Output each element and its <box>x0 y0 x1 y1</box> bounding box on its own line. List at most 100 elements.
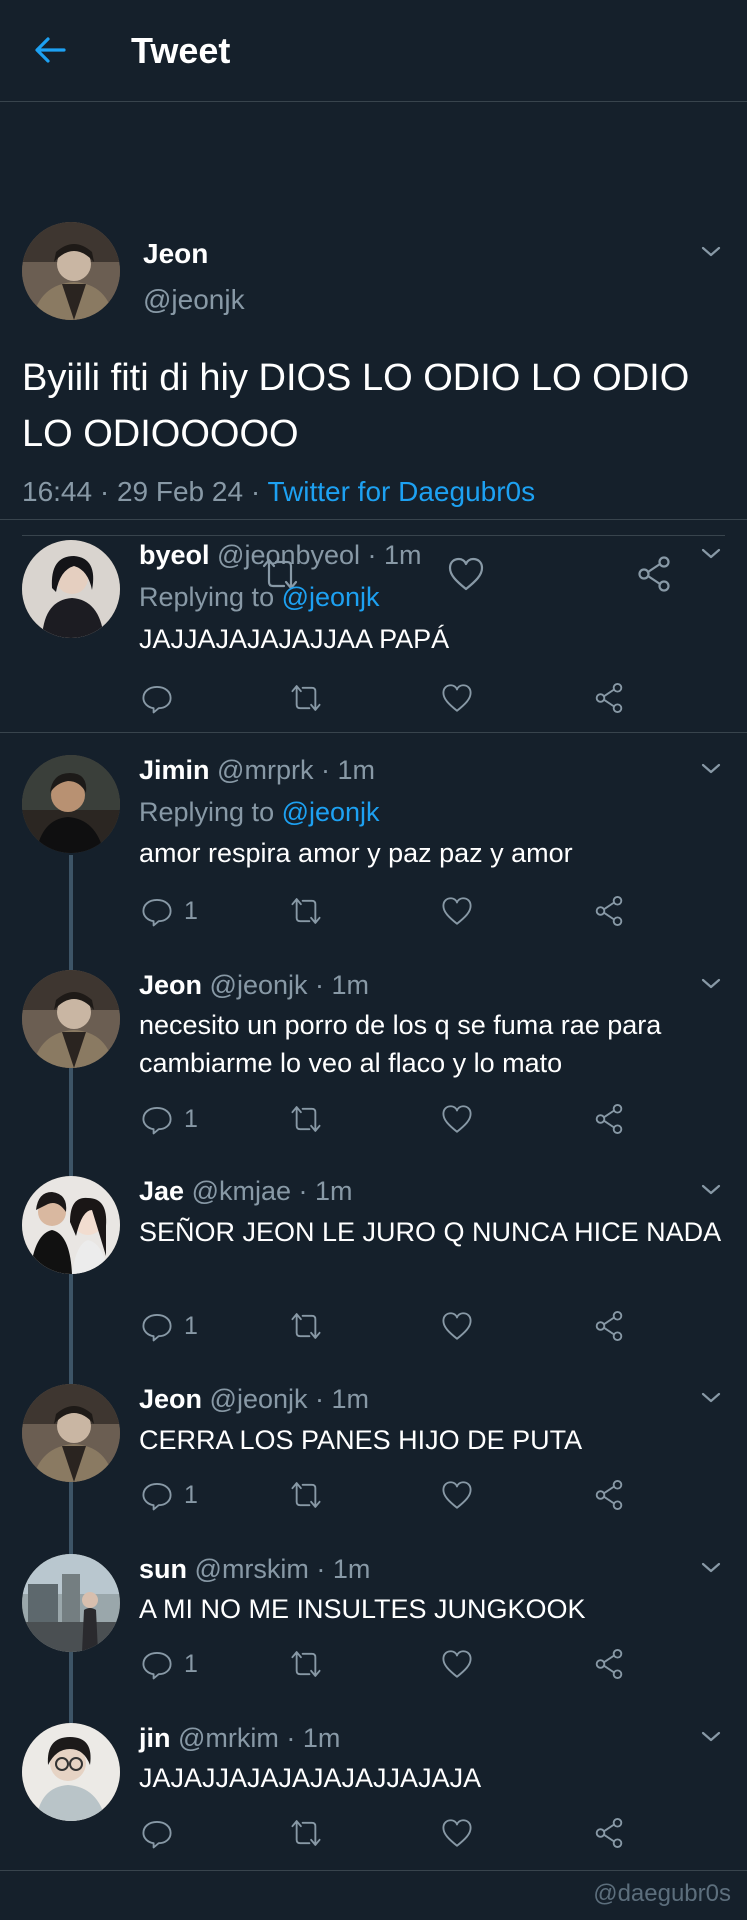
reply-header: byeol @jeonbyeol · 1m <box>139 540 422 571</box>
author-handle[interactable]: @jeonjk · 1m <box>210 1384 369 1414</box>
retweet-icon[interactable] <box>289 1647 323 1681</box>
divider <box>22 535 725 536</box>
reply-text: JAJAJJAJAJAJAJAJJAJAJA <box>139 1763 482 1793</box>
reply-count: 1 <box>184 897 198 925</box>
reply-icon[interactable] <box>140 1647 174 1681</box>
share-icon[interactable] <box>592 681 626 715</box>
reply-icon[interactable] <box>140 1309 174 1343</box>
share-icon[interactable] <box>592 1309 626 1343</box>
retweet-icon[interactable] <box>289 894 323 928</box>
reply-header: Jeon @jeonjk · 1m <box>139 970 369 1001</box>
reply-header: sun @mrskim · 1m <box>139 1554 370 1585</box>
share-icon[interactable] <box>592 894 626 928</box>
avatar[interactable] <box>22 755 120 853</box>
author-handle[interactable]: @jeonjk <box>143 284 245 316</box>
chevron-down-icon[interactable] <box>697 544 725 564</box>
divider <box>0 1870 747 1871</box>
reply-icon[interactable] <box>140 1478 174 1512</box>
author-name[interactable]: Jeon <box>143 238 208 270</box>
like-icon[interactable] <box>440 1309 474 1343</box>
avatar[interactable] <box>22 1723 120 1821</box>
avatar[interactable] <box>22 222 120 320</box>
author-name[interactable]: byeol <box>139 540 210 570</box>
author-handle[interactable]: @mrkim · 1m <box>178 1723 340 1753</box>
avatar[interactable] <box>22 970 120 1068</box>
retweet-icon[interactable] <box>289 681 323 715</box>
reply-header: Jimin @mrprk · 1m <box>139 755 375 786</box>
tweet-meta: 16:44 · 29 Feb 24 · Twitter for Daegubr0… <box>22 476 535 508</box>
chevron-down-icon[interactable] <box>697 1388 725 1408</box>
chevron-down-icon[interactable] <box>697 1558 725 1578</box>
reply-header: Jae @kmjae · 1m <box>139 1176 353 1207</box>
author-name[interactable]: jin <box>139 1723 171 1753</box>
replying-to-handle[interactable]: @jeonjk <box>282 582 380 612</box>
reply-actions: 1 <box>0 1478 747 1514</box>
share-icon[interactable] <box>592 1647 626 1681</box>
tweet-text: Byiili fiti di hiy DIOS LO ODIO LO ODIO … <box>22 357 690 455</box>
like-icon[interactable] <box>446 554 486 594</box>
share-icon[interactable] <box>592 1816 626 1850</box>
reply-icon[interactable] <box>140 894 174 928</box>
share-icon[interactable] <box>634 554 674 594</box>
like-icon[interactable] <box>440 1647 474 1681</box>
reply-header: Jeon @jeonjk · 1m <box>139 1384 369 1415</box>
main-tweet: Jeon @jeonjk Byiili fiti di hiy DIOS LO … <box>0 102 747 593</box>
author-name[interactable]: sun <box>139 1554 187 1584</box>
reply-icon[interactable] <box>140 681 174 715</box>
retweet-icon[interactable] <box>289 1309 323 1343</box>
chevron-down-icon[interactable] <box>697 242 725 262</box>
author-handle[interactable]: @jeonjk · 1m <box>210 970 369 1000</box>
retweet-icon[interactable] <box>289 1816 323 1850</box>
replying-to-label: Replying to <box>139 797 282 827</box>
replying-to: Replying to @jeonjk <box>139 582 380 613</box>
divider <box>0 732 747 733</box>
avatar[interactable] <box>22 1384 120 1482</box>
share-icon[interactable] <box>592 1102 626 1136</box>
chevron-down-icon[interactable] <box>697 1180 725 1200</box>
author-handle[interactable]: @mrskim · 1m <box>195 1554 371 1584</box>
author-name[interactable]: Jae <box>139 1176 184 1206</box>
author-handle[interactable]: @jeonbyeol · 1m <box>217 540 422 570</box>
reply-text: JAJJAJAJAJAJJAA PAPÁ <box>139 624 450 654</box>
replying-to-handle[interactable]: @jeonjk <box>282 797 380 827</box>
avatar[interactable] <box>22 1176 120 1274</box>
like-icon[interactable] <box>440 894 474 928</box>
reply-count: 1 <box>184 1312 198 1340</box>
page-title: Tweet <box>131 30 231 71</box>
author-handle[interactable]: @mrprk · 1m <box>217 755 375 785</box>
like-icon[interactable] <box>440 681 474 715</box>
replying-to: Replying to @jeonjk <box>139 797 380 828</box>
reply-header: jin @mrkim · 1m <box>139 1723 340 1754</box>
reply-actions: 1 <box>0 1647 747 1683</box>
reply-text: SEÑOR JEON LE JURO Q NUNCA HICE NADA <box>139 1217 722 1247</box>
watermark: @daegubr0s <box>593 1880 731 1907</box>
author-handle[interactable]: @kmjae · 1m <box>192 1176 353 1206</box>
author-name[interactable]: Jeon <box>139 970 202 1000</box>
reply-count: 1 <box>184 1650 198 1678</box>
reply-text: amor respira amor y paz paz y amor <box>139 838 573 868</box>
reply-actions: 1 <box>0 1102 747 1138</box>
retweet-icon[interactable] <box>289 1478 323 1512</box>
like-icon[interactable] <box>440 1102 474 1136</box>
back-arrow-icon[interactable] <box>30 30 70 70</box>
author-name[interactable]: Jeon <box>139 1384 202 1414</box>
chevron-down-icon[interactable] <box>697 974 725 994</box>
top-bar: Tweet <box>0 0 747 102</box>
chevron-down-icon[interactable] <box>697 1727 725 1747</box>
reply-icon[interactable] <box>140 1102 174 1136</box>
share-icon[interactable] <box>592 1478 626 1512</box>
avatar[interactable] <box>22 1554 120 1652</box>
reply-text: necesito un porro de los q se fuma rae p… <box>139 1010 662 1078</box>
like-icon[interactable] <box>440 1478 474 1512</box>
reply-text: CERRA LOS PANES HIJO DE PUTA <box>139 1425 583 1455</box>
avatar[interactable] <box>22 540 120 638</box>
chevron-down-icon[interactable] <box>697 759 725 779</box>
tweet-source-link[interactable]: Twitter for Daegubr0s <box>267 476 535 507</box>
reply-icon[interactable] <box>140 1816 174 1850</box>
tweet-timestamp: 16:44 · 29 Feb 24 · <box>22 476 268 507</box>
reply-actions: 1 <box>0 894 747 930</box>
like-icon[interactable] <box>440 1816 474 1850</box>
reply-actions: 1 <box>0 1309 747 1345</box>
author-name[interactable]: Jimin <box>139 755 210 785</box>
retweet-icon[interactable] <box>289 1102 323 1136</box>
